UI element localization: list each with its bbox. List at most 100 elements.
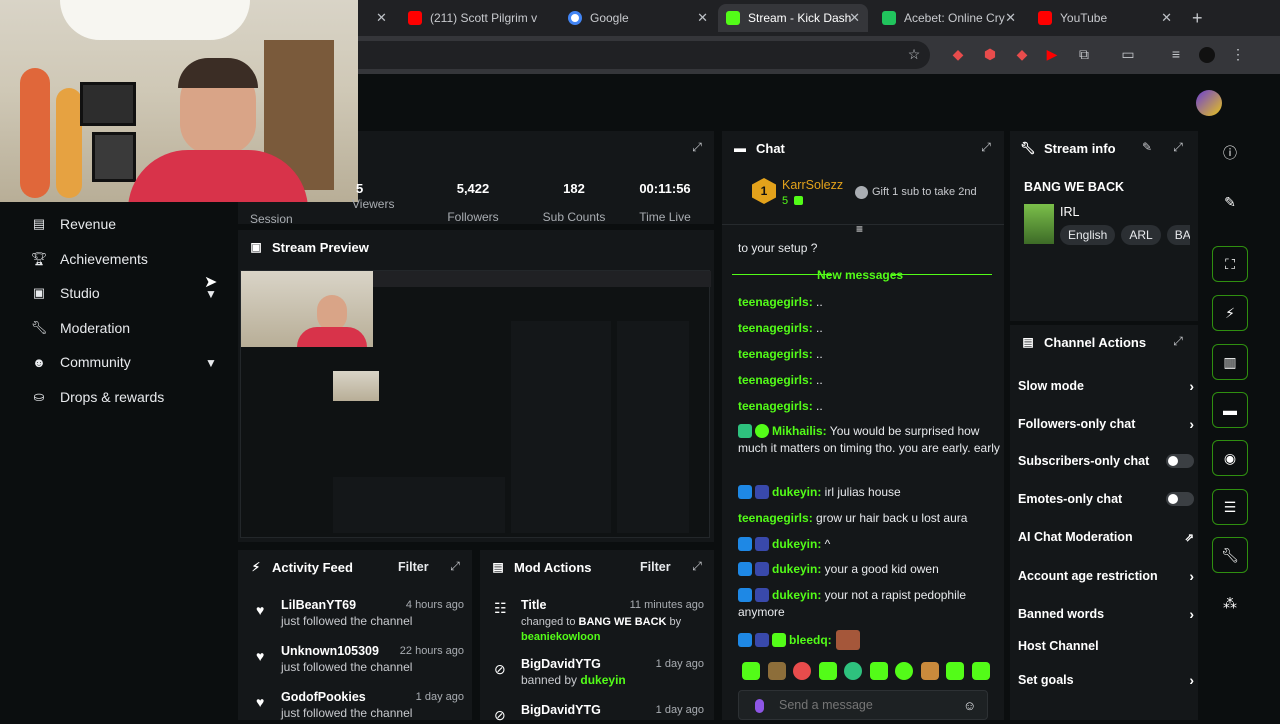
action-host-channel[interactable]: Host Channel <box>1018 639 1194 653</box>
bookmark-star-icon[interactable]: ☆ <box>906 46 922 62</box>
list-item: ♥ LilBeanYT69 just followed the channel … <box>256 598 464 628</box>
wrench-icon[interactable]: 🔧︎ <box>1212 537 1248 573</box>
emote-icon[interactable] <box>895 662 914 680</box>
expand-icon[interactable]: ⤢ <box>979 140 993 154</box>
address-bar[interactable] <box>340 41 930 69</box>
sidebar-item-moderation[interactable]: 🔧︎ Moderation <box>30 320 130 336</box>
sidebar-item-studio[interactable]: ▣ Studio <box>30 285 100 301</box>
gift-badge-icon <box>738 424 752 438</box>
ban-icon: ⊘ <box>494 661 506 677</box>
lightning-icon[interactable]: ⚡︎ <box>1212 295 1248 331</box>
expand-icon[interactable]: ⤢ <box>1171 334 1185 348</box>
cast-icon[interactable]: ▭ <box>1120 46 1136 62</box>
emote-icon[interactable] <box>742 662 760 680</box>
sidebar-item-revenue[interactable]: ▤ Revenue <box>30 216 116 232</box>
extension-shield-icon[interactable]: ⬢ <box>982 46 998 62</box>
extension-icon[interactable]: ◆ <box>1014 46 1030 62</box>
category-name[interactable]: IRL <box>1060 205 1079 219</box>
expand-icon[interactable]: ⤢ <box>1171 140 1185 154</box>
close-tab-icon[interactable]: ✕ <box>697 10 708 26</box>
community-icon[interactable]: ⁂ <box>1212 585 1248 621</box>
expand-icon[interactable]: ⤢ <box>448 559 462 573</box>
action-emotes-only-chat: Emotes-only chat <box>1018 492 1194 506</box>
browser-tab-youtube-scott-pilgrim[interactable]: (211) Scott Pilgrim v <box>400 4 556 32</box>
vip-badge-icon <box>755 562 769 576</box>
emote-icon[interactable] <box>844 662 863 680</box>
sidebar-item-community[interactable]: ☻ Community <box>30 354 131 370</box>
community-icon: ☻ <box>32 354 46 370</box>
action-followers-only-chat[interactable]: Followers-only chat › <box>1018 416 1194 432</box>
emote-icon[interactable] <box>920 662 939 680</box>
emotes-only-toggle[interactable] <box>1166 492 1194 506</box>
mod-filter-button[interactable]: Filter <box>640 560 671 574</box>
emote-icon[interactable] <box>818 662 837 680</box>
gift-sub-prompt[interactable]: Gift 1 sub to take 2nd <box>872 186 977 198</box>
emote-icon[interactable] <box>869 662 888 680</box>
wall-poster <box>80 82 136 126</box>
chat-message-input[interactable] <box>779 695 955 715</box>
tag-ba[interactable]: BA <box>1166 225 1190 245</box>
expand-icon[interactable]: ⤢ <box>690 559 704 573</box>
info-icon[interactable]: ⓘ <box>1212 135 1248 171</box>
chevron-right-icon: › <box>1189 416 1194 432</box>
chat-message: teenagegirls: grow ur hair back u lost a… <box>738 511 968 525</box>
edit-pencil-icon[interactable]: ✎ <box>1140 140 1154 154</box>
browser-menu-icon[interactable]: ⋮ <box>1230 46 1246 62</box>
edit-pencil-icon[interactable]: ✎ <box>1212 184 1248 220</box>
emote-icon[interactable] <box>971 662 990 680</box>
chat-title: Chat <box>756 140 785 156</box>
stream-preview-video[interactable] <box>240 270 711 538</box>
clipboard-icon[interactable]: ▥ <box>1212 344 1248 380</box>
moderator-badge-icon <box>738 485 752 499</box>
layout-icon[interactable]: ☰ <box>1212 489 1248 525</box>
emote-icon[interactable] <box>767 662 786 680</box>
extension-icon[interactable]: ◆ <box>950 46 966 62</box>
action-slow-mode[interactable]: Slow mode › <box>1018 378 1194 394</box>
chevron-down-icon[interactable]: ▼ <box>205 356 217 370</box>
emote-icon[interactable] <box>793 662 812 680</box>
chat-bubble-icon[interactable]: ▬ <box>1212 392 1248 428</box>
skateboard-deck <box>56 88 82 198</box>
close-tab-icon[interactable]: ✕ <box>849 10 860 26</box>
chat-bubble-icon: ▬ <box>734 141 746 155</box>
heart-icon: ♥ <box>256 648 265 664</box>
moderator-badge-icon <box>738 588 752 602</box>
expand-icon[interactable]: ⤢ <box>690 140 704 154</box>
extensions-puzzle-icon[interactable]: ⧉ <box>1076 46 1092 62</box>
profile-avatar[interactable] <box>1199 47 1215 63</box>
extension-youtube-icon[interactable]: ▶ <box>1044 46 1060 62</box>
activity-filter-button[interactable]: Filter <box>398 560 429 574</box>
emoji-picker-icon[interactable]: ☺ <box>963 698 976 713</box>
chat-scroll-icon[interactable]: ≡ <box>856 222 863 236</box>
close-tab-icon[interactable]: ✕ <box>1005 10 1016 26</box>
sidebar-item-achievements[interactable]: 🏆︎ Achievements <box>30 251 148 267</box>
new-tab-button[interactable]: + <box>1192 8 1203 29</box>
chevron-right-icon: › <box>1189 606 1194 622</box>
tag-english[interactable]: English <box>1060 225 1116 245</box>
microphone-icon[interactable] <box>755 699 764 713</box>
broadcast-icon[interactable]: ◉ <box>1212 440 1248 476</box>
browser-tab-kick-dashboard[interactable]: Stream - Kick Dash ✕ <box>718 4 868 32</box>
pinned-user[interactable]: KarrSolezz <box>782 178 843 192</box>
user-avatar[interactable] <box>1196 90 1222 116</box>
tag-list: English ARL BA <box>1060 225 1190 245</box>
action-ai-chat-moderation[interactable]: AI Chat Moderation ⇗ <box>1018 530 1194 544</box>
browser-tab-google[interactable]: Google ✕ <box>560 4 716 32</box>
action-set-goals[interactable]: Set goals › <box>1018 672 1194 688</box>
tag-arl[interactable]: ARL <box>1121 225 1161 245</box>
new-messages-divider[interactable]: New messages <box>817 268 903 282</box>
sidebar-item-drops-rewards[interactable]: ⛀ Drops & rewards <box>30 389 165 405</box>
moderator-badge-icon <box>738 562 752 576</box>
media-controls-icon[interactable]: ≡ <box>1168 46 1184 62</box>
emote-icon[interactable] <box>946 662 965 680</box>
subscribers-only-toggle[interactable] <box>1166 454 1194 468</box>
emote-image <box>835 630 860 650</box>
heart-icon: ♥ <box>256 602 265 618</box>
close-tab-icon[interactable]: ✕ <box>376 10 387 26</box>
browser-tab-acebet[interactable]: Acebet: Online Cry ✕ <box>874 4 1024 32</box>
action-banned-words[interactable]: Banned words › <box>1018 606 1194 622</box>
screenshot-icon[interactable]: ⛶ <box>1212 246 1248 282</box>
action-account-age-restriction[interactable]: Account age restriction › <box>1018 568 1194 584</box>
browser-tab-youtube[interactable]: YouTube ✕ <box>1030 4 1180 32</box>
close-tab-icon[interactable]: ✕ <box>1161 10 1172 26</box>
